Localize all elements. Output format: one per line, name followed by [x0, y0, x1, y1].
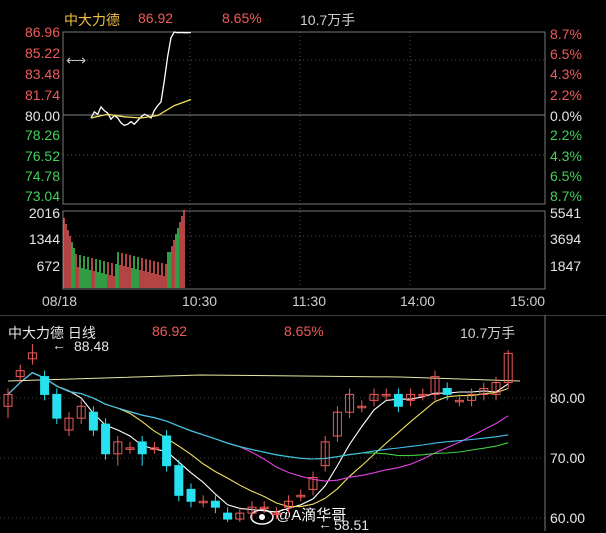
ma-line	[7, 372, 509, 508]
candle-body	[174, 465, 184, 496]
low-arrow: ←	[318, 516, 332, 531]
candle-body	[393, 393, 403, 407]
ma-line	[7, 372, 509, 460]
candle-body	[210, 500, 220, 508]
intraday-panel: 中大力德 86.92 8.65% 10.7万手 86.96 85.22 83.4…	[0, 0, 606, 315]
intraday-price-line	[90, 31, 192, 127]
ma-line-long	[7, 374, 521, 382]
candle-body	[40, 376, 50, 395]
ma-line	[7, 372, 509, 513]
intraday-chart	[62, 31, 546, 290]
candle-body	[137, 441, 147, 455]
ma-line	[7, 372, 509, 460]
candle-body	[442, 387, 452, 395]
candle-body	[88, 411, 98, 431]
daily-chart: ← ←	[0, 315, 606, 531]
candle-body	[223, 512, 233, 520]
weibo-icon	[250, 509, 274, 525]
high-arrow: ←	[52, 337, 66, 353]
candle-body	[186, 488, 196, 502]
ma-line	[7, 372, 509, 482]
candle-body	[162, 435, 172, 467]
daily-panel: 中大力德 日线 86.92 8.65% 10.7万手 80.00 70.00 6…	[0, 315, 606, 533]
intraday-grid	[63, 32, 545, 288]
candle-body	[52, 393, 62, 419]
candle-body	[101, 423, 111, 455]
